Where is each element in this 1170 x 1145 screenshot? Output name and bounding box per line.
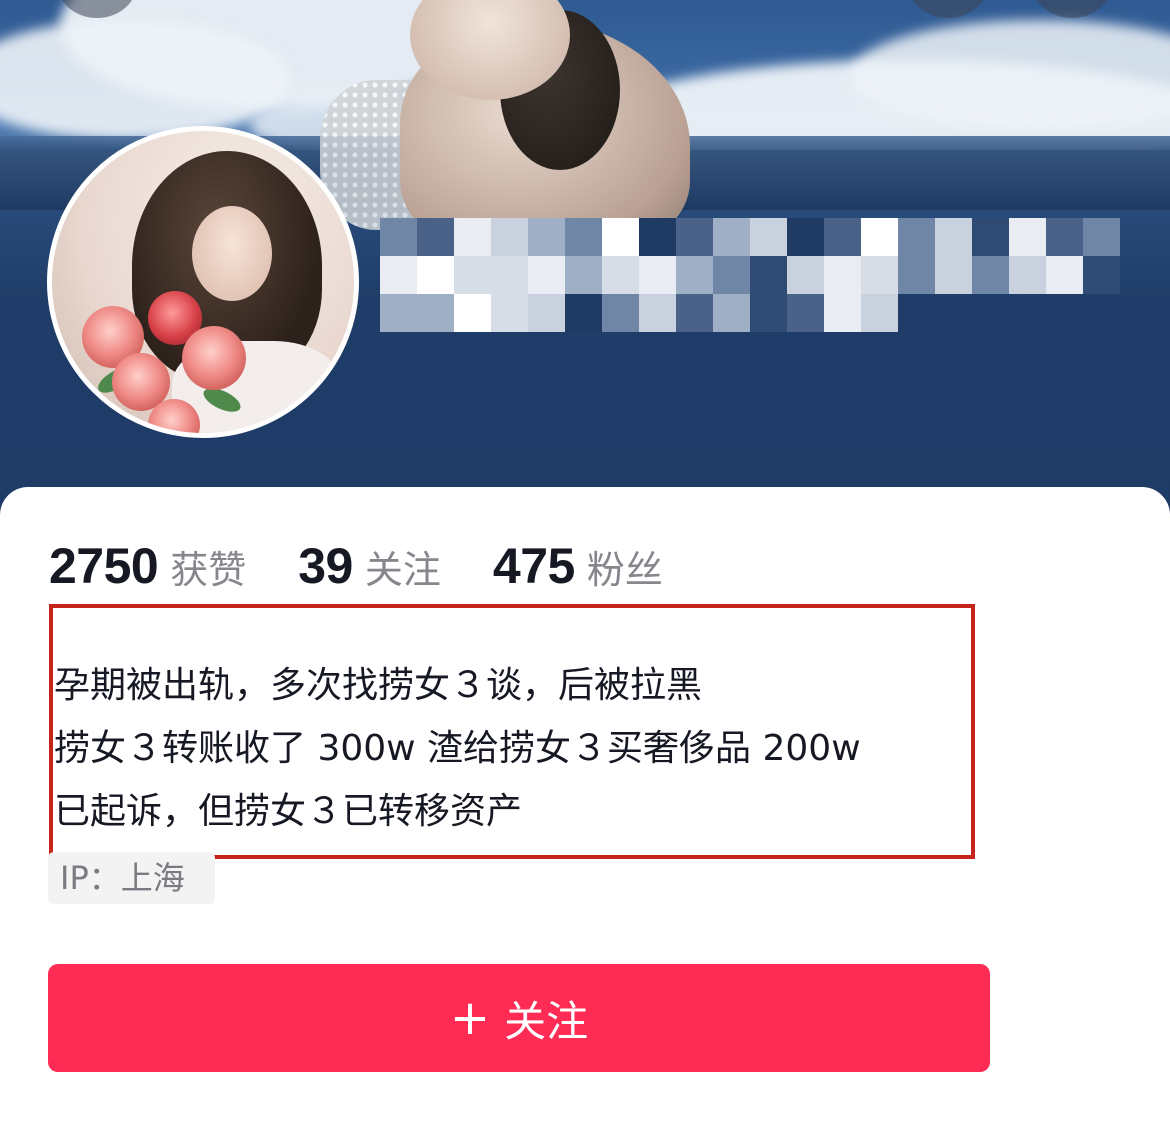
mosaic-tile [380,218,417,256]
rose [182,326,246,390]
mosaic-tile [1046,218,1083,256]
mosaic-tile [1046,256,1083,294]
mosaic-tile [676,218,713,256]
mosaic-tile [1083,218,1120,256]
bio-highlight-box: 孕期被出轨，多次找捞女３谈，后被拉黑 捞女３转账收了 300w 渣给捞女３买奢侈… [49,604,975,859]
bio-line: 捞女３转账收了 300w 渣给捞女３买奢侈品 200w [54,728,861,769]
follow-button[interactable]: + 关注 [48,964,990,1072]
avatar[interactable] [47,126,359,438]
mosaic-tile [528,294,565,332]
mosaic-tile [898,256,935,294]
mosaic-tile [528,256,565,294]
stat-label: 关注 [364,548,441,592]
mosaic-tile [972,218,1009,256]
follow-button-label: 关注 [504,996,589,1046]
mosaic-tile [750,256,787,294]
mosaic-tile [417,218,454,256]
mosaic-tile [676,256,713,294]
mosaic-tile [491,218,528,256]
mosaic-tile [1009,218,1046,256]
mosaic-tile [380,294,417,332]
stat-count: 475 [492,538,575,594]
mosaic-tile [565,256,602,294]
bio-line: 已起诉，但捞女３已转移资产 [54,791,523,832]
mosaic-tile [565,294,602,332]
mosaic-tile [787,218,824,256]
mosaic-tile [602,218,639,256]
mosaic-tile [602,294,639,332]
stats-row: 2750 获赞 39 关注 475 粉丝 [49,537,715,594]
mosaic-tile [639,294,676,332]
mosaic-tile [861,218,898,256]
mosaic-tile [713,256,750,294]
mosaic-tile [750,218,787,256]
mosaic-tile [639,256,676,294]
stat-following[interactable]: 39 关注 [298,537,441,595]
stat-label: 获赞 [170,548,247,592]
mosaic-tile [824,256,861,294]
ip-location-tag: IP：上海 [48,852,215,904]
mosaic-tile [972,256,1009,294]
mosaic-tile [1083,256,1120,294]
stat-count: 39 [298,538,353,594]
mosaic-tile [491,256,528,294]
stat-count: 2750 [49,538,159,594]
mosaic-tile [676,294,713,332]
mosaic-tile [491,294,528,332]
plus-icon: + [449,990,491,1046]
username-pixelated [380,218,1120,334]
mosaic-tile [454,294,491,332]
mosaic-tile [824,294,861,332]
mosaic-tile [454,256,491,294]
mosaic-tile [861,294,898,332]
mosaic-tile [639,218,676,256]
mosaic-tile [380,256,417,294]
bio-line: 孕期被出轨，多次找捞女３谈，后被拉黑 [54,665,703,706]
mosaic-tile [713,218,750,256]
stat-likes[interactable]: 2750 获赞 [49,537,246,595]
mosaic-tile [713,294,750,332]
mosaic-tile [824,218,861,256]
mosaic-tile [935,256,972,294]
mosaic-tile [1009,256,1046,294]
mosaic-tile [787,256,824,294]
mosaic-tile [787,294,824,332]
mosaic-tile [565,218,602,256]
mosaic-tile [417,256,454,294]
mosaic-tile [528,218,565,256]
stat-label: 粉丝 [586,548,663,592]
stat-followers[interactable]: 475 粉丝 [493,537,663,595]
mosaic-tile [861,256,898,294]
mosaic-tile [935,218,972,256]
mosaic-tile [750,294,787,332]
mosaic-tile [417,294,454,332]
mosaic-tile [602,256,639,294]
mosaic-tile [898,218,935,256]
mosaic-tile [454,218,491,256]
